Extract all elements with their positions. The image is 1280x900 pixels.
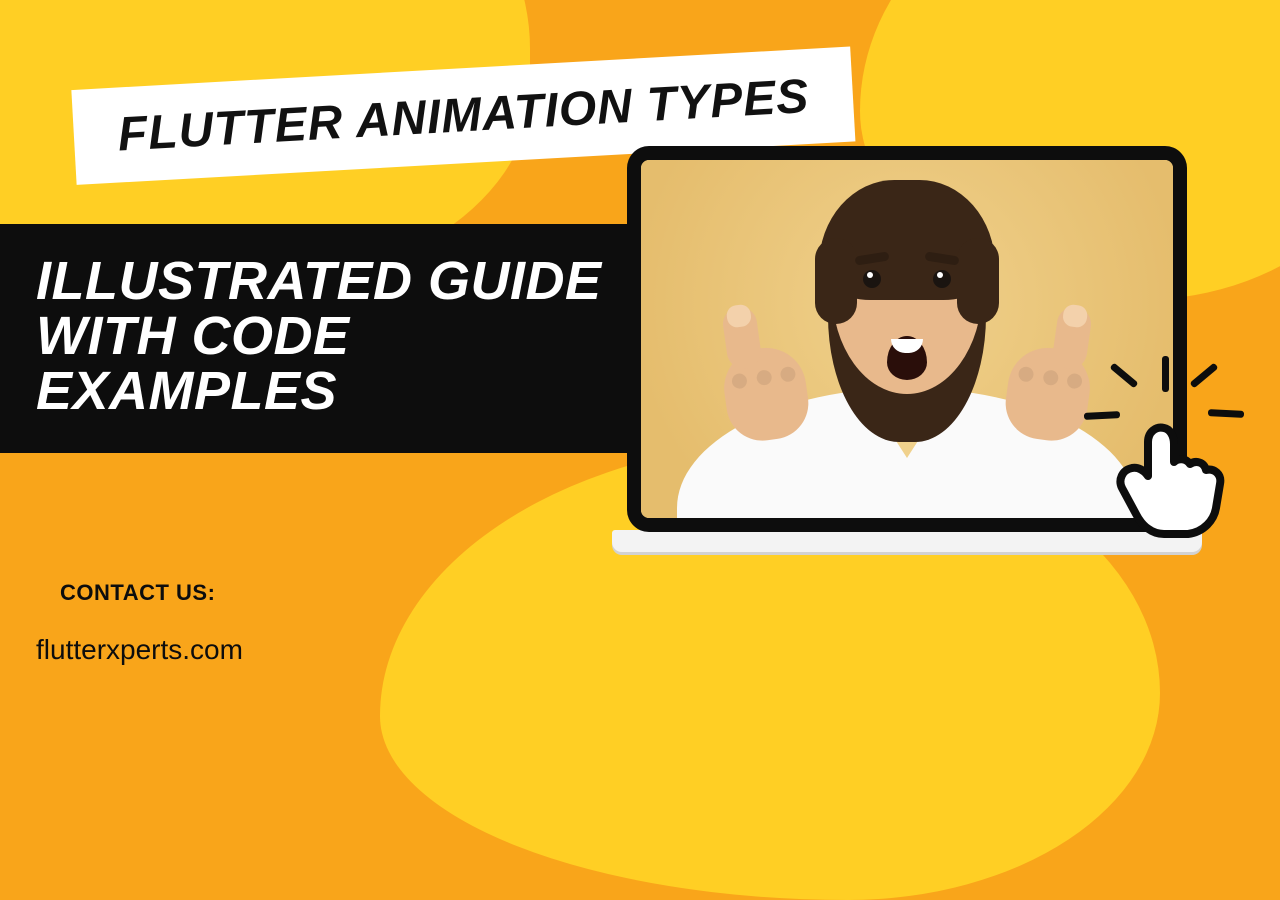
contact-label: CONTACT US: bbox=[60, 580, 215, 606]
subtitle-line: WITH CODE EXAMPLES bbox=[36, 306, 349, 421]
subtitle-line: ILLUSTRATED GUIDE bbox=[36, 251, 601, 311]
click-cursor-icon bbox=[1084, 356, 1254, 546]
cursor-hand-icon bbox=[1108, 414, 1244, 544]
subtitle-banner: ILLUSTRATED GUIDE WITH CODE EXAMPLES bbox=[0, 224, 690, 453]
subtitle-text: ILLUSTRATED GUIDE WITH CODE EXAMPLES bbox=[36, 254, 654, 419]
contact-url[interactable]: flutterxperts.com bbox=[36, 634, 243, 666]
